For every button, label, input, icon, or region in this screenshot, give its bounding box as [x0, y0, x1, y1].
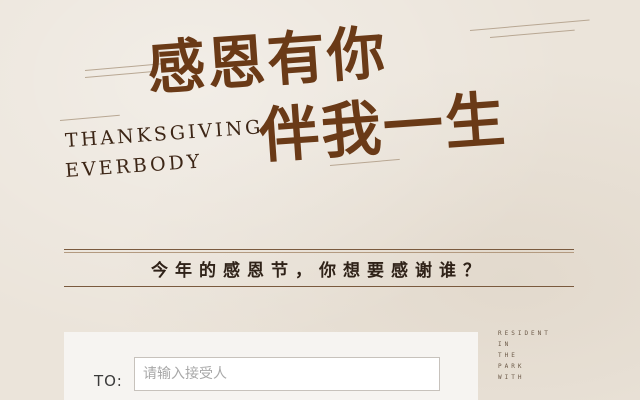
side-caption: RESIDENT IN THE PARK WITH	[498, 328, 551, 383]
to-label: TO:	[94, 372, 123, 390]
english-title-line-2: EVERBODY	[64, 150, 204, 182]
side-caption-word: RESIDENT	[498, 330, 551, 337]
headline-line-2: 伴我一生	[256, 84, 510, 173]
decorative-stroke	[59, 114, 120, 121]
question-text: 今年的感恩节，你想要感谢谁？	[151, 261, 487, 281]
decorative-stroke	[84, 70, 155, 78]
message-card: TO:	[64, 332, 478, 400]
english-title-line-1: THANKSGIVING	[64, 116, 265, 152]
decorative-stroke	[489, 29, 575, 38]
recipient-input[interactable]	[134, 357, 440, 391]
greeting-page: 感恩有你 伴我一生 THANKSGIVING EVERBODY 今年的感恩节，你…	[0, 0, 640, 400]
side-caption-word: PARK	[498, 363, 525, 370]
side-caption-word: WITH	[498, 374, 525, 381]
side-caption-word: IN	[498, 341, 512, 348]
side-caption-word: THE	[498, 352, 518, 359]
question-banner: 今年的感恩节，你想要感谢谁？	[64, 249, 574, 287]
